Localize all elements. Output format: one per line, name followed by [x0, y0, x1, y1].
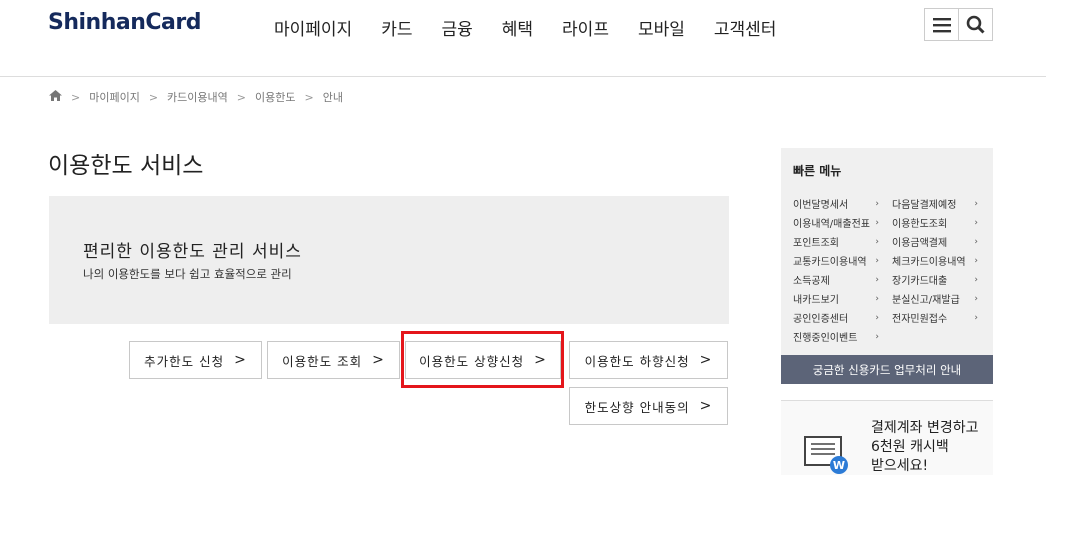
breadcrumb-item[interactable]: 카드이용내역	[167, 89, 228, 105]
quick-menu-item[interactable]: 이용한도조회 ›	[892, 213, 978, 232]
promo-text: 결제계좌 변경하고 6천원 캐시백 받으세요!	[871, 420, 979, 474]
limit-increase-consent-button[interactable]: 한도상향 안내동의 >	[569, 387, 728, 425]
button-label: 이용한도 하향신청	[584, 353, 690, 369]
additional-limit-button[interactable]: 추가한도 신청 >	[129, 341, 262, 379]
chevron-right-icon: >	[234, 352, 247, 368]
chevron-right-icon: >	[148, 90, 159, 104]
nav-benefit[interactable]: 혜택	[502, 15, 533, 40]
quick-menu-title: 빠른 메뉴	[793, 164, 842, 178]
quick-menu-item[interactable]: 전자민원접수 ›	[892, 308, 978, 327]
nav-finance[interactable]: 금융	[441, 15, 472, 40]
credit-card-guide-button[interactable]: 궁금한 신용카드 업무처리 안내	[781, 355, 993, 384]
quick-menu-item[interactable]: 이용내역/매출전표 ›	[793, 213, 879, 232]
nav-mobile[interactable]: 모바일	[638, 15, 685, 40]
chevron-right-icon: >	[699, 398, 713, 414]
quick-menu-item[interactable]: 공인인증센터 ›	[793, 308, 879, 327]
chevron-right-icon: >	[699, 352, 713, 368]
quick-menu-item[interactable]: 진행중인이벤트 ›	[793, 327, 879, 346]
banner-heading: 편리한 이용한도 관리 서비스	[83, 242, 302, 262]
account-change-icon: W	[803, 435, 853, 479]
limit-decrease-request-button[interactable]: 이용한도 하향신청 >	[569, 341, 728, 379]
nav-card[interactable]: 카드	[381, 15, 412, 40]
banner-subtext: 나의 이용한도를 보다 쉽고 효율적으로 관리	[83, 267, 292, 281]
page-title: 이용한도 서비스	[48, 153, 204, 179]
chevron-right-icon: >	[71, 90, 81, 104]
chevron-right-icon: >	[236, 90, 246, 104]
promo-banner[interactable]: W 결제계좌 변경하고 6천원 캐시백 받으세요!	[781, 400, 993, 475]
main-nav: 마이페이지 카드 금융 혜택 라이프 모바일 고객센터	[274, 15, 805, 40]
breadcrumb: > 마이페이지 > 카드이용내역 > 이용한도 > 안내	[49, 89, 343, 105]
search-icon[interactable]	[958, 9, 992, 40]
quick-menu-item[interactable]: 포인트조회 ›	[793, 232, 879, 251]
chevron-right-icon: >	[372, 352, 385, 368]
service-banner: 편리한 이용한도 관리 서비스 나의 이용한도를 보다 쉽고 효율적으로 관리	[49, 196, 729, 324]
quick-menu-item[interactable]: 체크카드이용내역 ›	[892, 251, 978, 270]
quick-menu-item[interactable]: 장기카드대출 ›	[892, 270, 978, 289]
chevron-right-icon: >	[304, 90, 314, 104]
shinhancard-logo[interactable]: ShinhanCard	[48, 10, 201, 35]
svg-text:W: W	[833, 459, 845, 472]
breadcrumb-item-current: 안내	[322, 91, 343, 104]
quick-menu-item[interactable]: 교통카드이용내역 ›	[793, 251, 879, 270]
hamburger-icon[interactable]	[925, 9, 958, 40]
breadcrumb-item[interactable]: 이용한도	[255, 89, 295, 105]
quick-menu-item[interactable]: 내카드보기 ›	[793, 289, 879, 308]
quick-menu: 빠른 메뉴 이번달명세서 › 이용내역/매출전표 › 포인트조회 › 교통카드이용내역…	[781, 148, 993, 384]
highlight-box	[401, 331, 564, 388]
nav-mypage[interactable]: 마이페이지	[274, 15, 352, 40]
header-divider	[0, 76, 1046, 77]
limit-inquiry-button[interactable]: 이용한도 조회 >	[267, 341, 400, 379]
header-utility	[924, 8, 993, 41]
breadcrumb-item[interactable]: 마이페이지	[89, 89, 140, 105]
quick-menu-item[interactable]: 이번달명세서 ›	[793, 194, 879, 213]
nav-customer-center[interactable]: 고객센터	[714, 15, 777, 40]
quick-menu-item[interactable]: 이용금액결제 ›	[892, 232, 978, 251]
button-label: 추가한도 신청	[144, 353, 225, 369]
button-label: 이용한도 조회	[282, 353, 363, 369]
quick-menu-item[interactable]: 분실신고/재발급 ›	[892, 289, 978, 308]
nav-life[interactable]: 라이프	[562, 15, 609, 40]
quick-menu-item[interactable]: 다음달결제예정 ›	[892, 194, 978, 213]
quick-menu-item[interactable]: 소득공제 ›	[793, 270, 879, 289]
home-icon[interactable]	[49, 90, 62, 104]
quick-menu-col1: 이번달명세서 › 이용내역/매출전표 › 포인트조회 › 교통카드이용내역 › 소득공제…	[793, 194, 879, 346]
button-label: 한도상향 안내동의	[584, 399, 690, 415]
quick-menu-col2: 다음달결제예정 › 이용한도조회 › 이용금액결제 › 체크카드이용내역 › 장기카드대…	[892, 194, 978, 327]
